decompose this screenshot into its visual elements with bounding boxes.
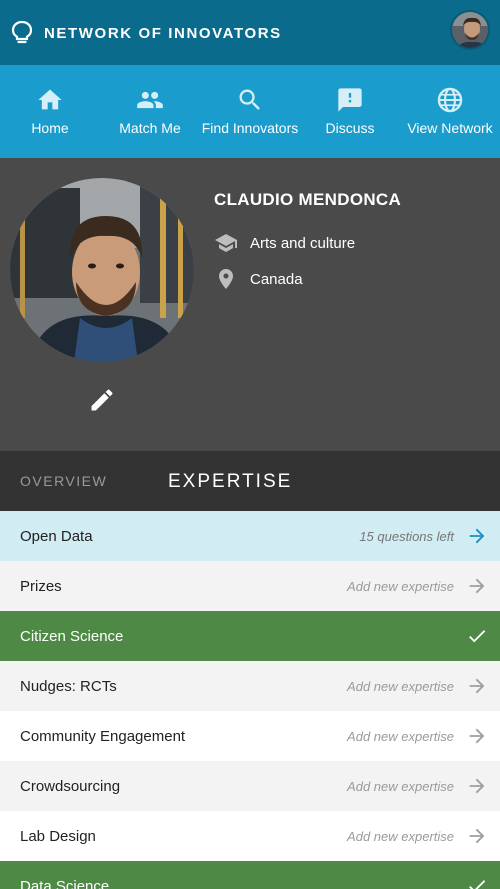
profile-location: Canada [214,267,303,291]
brand[interactable]: NETWORK OF INNOVATORS [10,20,282,46]
expertise-row[interactable]: Nudges: RCTs Add new expertise [0,661,500,711]
profile-name: CLAUDIO MENDONCA [214,190,402,209]
expertise-label: Community Engagement [20,727,186,745]
checkmark-icon [469,630,486,643]
profile-field-text: Arts and culture [250,234,356,252]
checkmark-icon [469,880,486,889]
profile-country-text: Canada [250,270,303,288]
brand-name: NETWORK OF INNOVATORS [44,24,282,42]
expertise-status: Add new expertise [347,778,454,794]
expertise-status: Add new expertise [347,828,454,844]
search-icon [239,89,260,110]
expertise-label: Nudges: RCTs [20,677,117,695]
expertise-label: Data Science [20,877,110,889]
nav-label: Find Innovators [201,120,299,136]
globe-icon [437,87,463,113]
nav-discuss[interactable]: Discuss [300,65,400,158]
profile-photo [10,178,194,362]
arrow-right-icon [469,828,485,844]
nav-label: Discuss [325,120,375,136]
arrow-right-icon [469,528,485,544]
expertise-row[interactable]: Open Data 15 questions left [0,511,500,561]
nav-view-network[interactable]: View Network [400,65,500,158]
expertise-label: Prizes [20,577,62,595]
expertise-row[interactable]: Community Engagement Add new expertise [0,711,500,761]
expertise-status: Add new expertise [347,678,454,694]
arrow-right-icon [469,728,485,744]
nav-label: View Network [407,120,493,136]
nav-find-innovators[interactable]: Find Innovators [200,65,300,158]
lightbulb-icon [11,20,33,44]
expertise-list: Open Data 15 questions left Prizes Add n… [0,511,500,889]
expertise-row[interactable]: Data Science [0,861,500,889]
nav-label: Home [31,120,69,136]
home-icon [38,89,62,110]
profile-tabs: OVERVIEW EXPERTISE [0,451,500,511]
nav-label: Match Me [119,120,181,136]
tab-overview[interactable]: OVERVIEW [20,473,107,489]
school-icon [215,234,237,252]
arrow-right-icon [469,678,485,694]
expertise-row[interactable]: Crowdsourcing Add new expertise [0,761,500,811]
expertise-status: Add new expertise [347,728,454,744]
expertise-row[interactable]: Prizes Add new expertise [0,561,500,611]
profile-field: Arts and culture [214,231,355,255]
expertise-label: Crowdsourcing [20,777,121,795]
expertise-label: Open Data [20,527,93,545]
nav-match-me[interactable]: Match Me [100,65,200,158]
chat-alert-icon [338,88,362,112]
expertise-label: Citizen Science [20,627,124,645]
expertise-label: Lab Design [20,827,96,845]
nav-home[interactable]: Home [0,65,100,158]
profile-header: CLAUDIO MENDONCA Arts and culture Canada [0,158,500,451]
expertise-status: Add new expertise [347,578,454,594]
expertise-row[interactable]: Citizen Science [0,611,500,661]
arrow-right-icon [469,578,485,594]
location-pin-icon [219,269,233,289]
main-nav: Home Match Me Find Innovators Discuss Vi… [0,65,500,158]
edit-pencil-icon[interactable] [88,386,116,414]
people-icon [137,91,163,109]
arrow-right-icon [469,778,485,794]
tab-expertise[interactable]: EXPERTISE [168,471,292,493]
expertise-row[interactable]: Lab Design Add new expertise [0,811,500,861]
app-header: NETWORK OF INNOVATORS [0,0,500,65]
expertise-status: 15 questions left [359,528,454,544]
user-avatar[interactable] [450,10,490,50]
